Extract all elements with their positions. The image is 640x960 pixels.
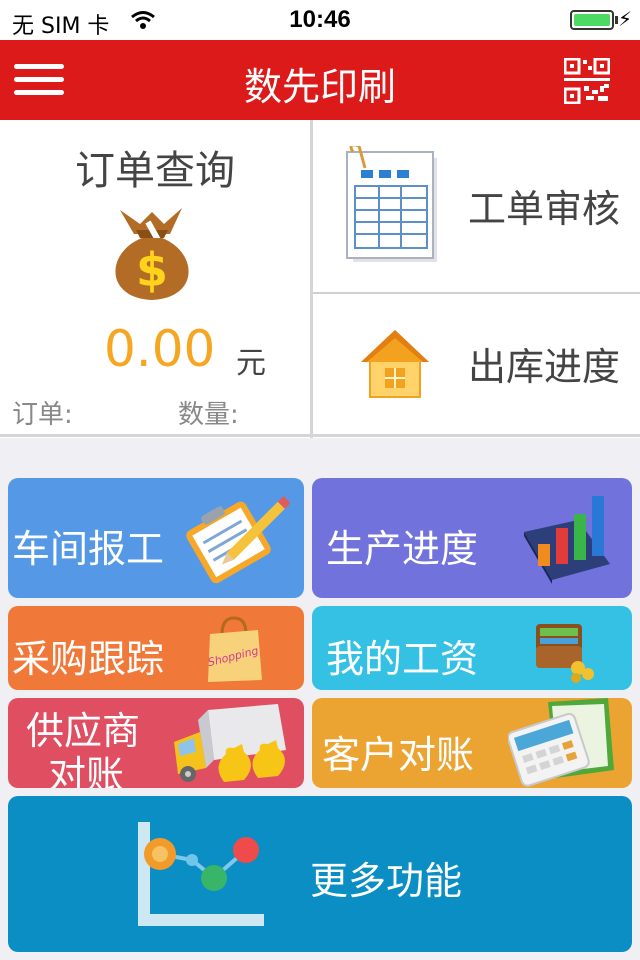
spreadsheet-icon bbox=[346, 146, 437, 262]
purchase-tracking-label: 采购跟踪 bbox=[12, 637, 165, 681]
work-order-review-label: 工单审核 bbox=[468, 187, 621, 231]
calculator-icon bbox=[508, 698, 614, 787]
money-bag-icon: $ bbox=[115, 208, 189, 300]
order-amount: 0.00 bbox=[104, 320, 216, 378]
quantity-label: 数量: bbox=[178, 400, 239, 430]
delivery-truck-icon bbox=[174, 704, 286, 782]
house-icon bbox=[361, 330, 429, 398]
order-query-title[interactable]: 订单查询 bbox=[0, 138, 310, 196]
status-time: 10:46 bbox=[289, 6, 351, 33]
outbound-progress-button[interactable]: 出库进度 bbox=[313, 294, 640, 434]
customer-reconciliation-tile[interactable]: 客户对账 bbox=[312, 698, 632, 788]
amount-unit: 元 bbox=[236, 346, 266, 381]
production-progress-label: 生产进度 bbox=[326, 527, 479, 571]
bar-chart-icon bbox=[524, 496, 610, 584]
clipboard-pencil-icon bbox=[186, 496, 290, 584]
battery-icon bbox=[570, 10, 614, 30]
more-functions-tile[interactable]: 更多功能 bbox=[8, 796, 632, 952]
status-bar: 无 SIM 卡 10:46 ⚡ bbox=[0, 0, 640, 40]
charging-icon: ⚡ bbox=[617, 7, 632, 31]
nav-bar: 数先印刷 bbox=[0, 40, 640, 120]
more-functions-label: 更多功能 bbox=[310, 859, 463, 903]
purchase-tracking-tile[interactable]: 采购跟踪 Shopping bbox=[8, 606, 304, 690]
wallet-icon bbox=[536, 624, 594, 683]
qr-code-icon[interactable] bbox=[564, 58, 610, 104]
order-count-label: 订单: bbox=[12, 400, 73, 430]
shopping-bag-icon: Shopping bbox=[207, 616, 262, 682]
production-progress-tile[interactable]: 生产进度 bbox=[312, 478, 632, 598]
supplier-reconciliation-label-line2: 对账 bbox=[48, 753, 125, 788]
my-salary-label: 我的工资 bbox=[326, 637, 479, 681]
divider bbox=[0, 434, 640, 437]
workshop-report-tile[interactable]: 车间报工 bbox=[8, 478, 304, 598]
app-title: 数先印刷 bbox=[243, 65, 396, 109]
svg-text:$: $ bbox=[136, 243, 168, 297]
customer-reconciliation-label: 客户对账 bbox=[322, 733, 475, 777]
outbound-progress-label: 出库进度 bbox=[468, 345, 621, 389]
line-chart-icon bbox=[138, 822, 264, 926]
supplier-reconciliation-tile[interactable]: 供应商 对账 bbox=[8, 698, 304, 788]
workshop-report-label: 车间报工 bbox=[12, 527, 165, 571]
my-salary-tile[interactable]: 我的工资 bbox=[312, 606, 632, 690]
work-order-review-button[interactable]: 工单审核 bbox=[313, 120, 640, 292]
